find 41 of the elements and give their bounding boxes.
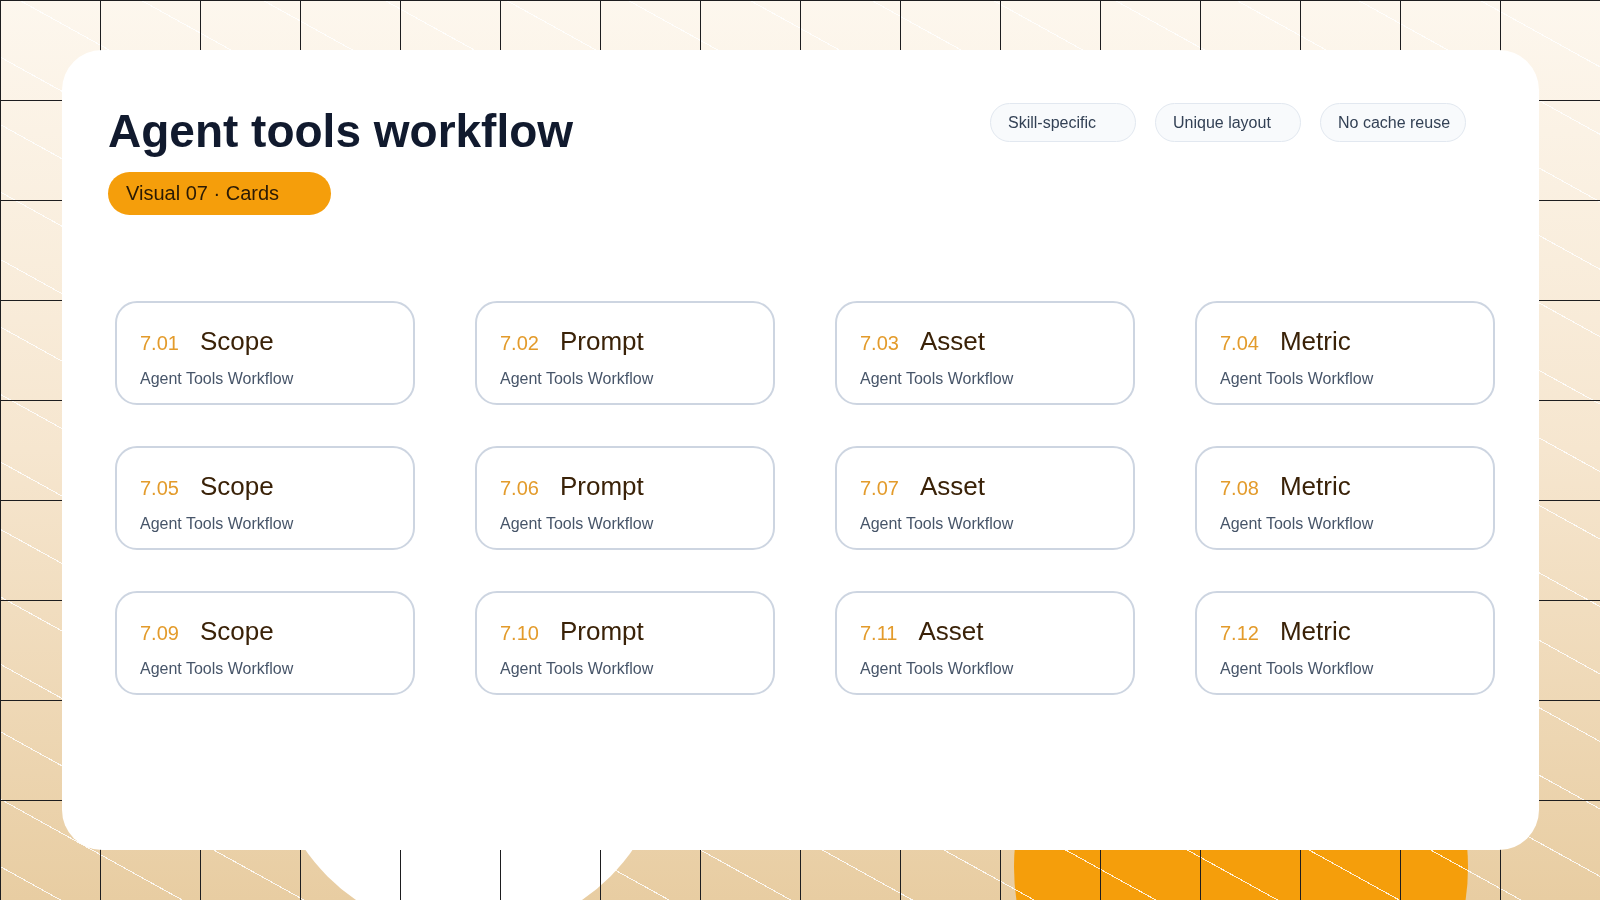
card-number: 7.11 <box>860 621 898 646</box>
card-subtitle: Agent Tools Workflow <box>1220 369 1375 389</box>
card-title: Prompt <box>559 326 644 356</box>
tag-chip: No cache reuse <box>1320 103 1466 142</box>
tag-chip: Unique layout <box>1155 103 1301 142</box>
card-title: Metric <box>1279 326 1351 356</box>
card-subtitle: Agent Tools Workflow <box>1220 514 1375 534</box>
card-number: 7.12 <box>1220 621 1259 646</box>
card-title: Scope <box>199 616 274 646</box>
card-title: Metric <box>1279 471 1351 501</box>
page-title: Agent tools workflow <box>108 108 574 155</box>
card-title: Prompt <box>559 471 644 501</box>
card-subtitle: Agent Tools Workflow <box>860 514 1015 534</box>
card-number: 7.09 <box>140 621 179 646</box>
card-subtitle: Agent Tools Workflow <box>140 514 295 534</box>
card-number: 7.06 <box>500 476 539 501</box>
card-title: Prompt <box>559 616 644 646</box>
card-number: 7.03 <box>860 331 899 356</box>
card-title: Asset <box>919 326 985 356</box>
card-number: 7.08 <box>1220 476 1259 501</box>
card-title: Scope <box>199 326 274 356</box>
tag-chip: Skill-specific <box>990 103 1136 142</box>
card-subtitle: Agent Tools Workflow <box>860 369 1015 389</box>
card-subtitle: Agent Tools Workflow <box>140 659 295 679</box>
card-subtitle: Agent Tools Workflow <box>1220 659 1375 679</box>
card-title: Asset <box>918 616 984 646</box>
card-number: 7.05 <box>140 476 179 501</box>
card-subtitle: Agent Tools Workflow <box>860 659 1015 679</box>
card-subtitle: Agent Tools Workflow <box>500 659 655 679</box>
section-badge: Visual 07 · Cards <box>108 172 331 215</box>
card-subtitle: Agent Tools Workflow <box>500 514 655 534</box>
card-number: 7.04 <box>1220 331 1259 356</box>
card-subtitle: Agent Tools Workflow <box>140 369 295 389</box>
card-title: Asset <box>919 471 985 501</box>
card-number: 7.01 <box>140 331 179 356</box>
card-number: 7.02 <box>500 331 539 356</box>
card-title: Metric <box>1279 616 1351 646</box>
card-number: 7.10 <box>500 621 539 646</box>
card-title: Scope <box>199 471 274 501</box>
card-number: 7.07 <box>860 476 899 501</box>
card-subtitle: Agent Tools Workflow <box>500 369 655 389</box>
